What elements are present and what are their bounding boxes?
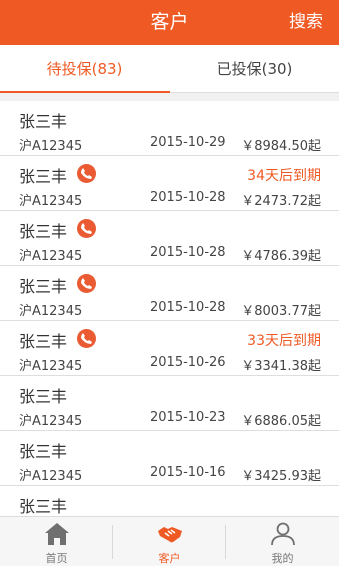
- nav-customers[interactable]: 客户: [113, 517, 226, 566]
- customer-name: 张三丰: [19, 112, 68, 131]
- search-button[interactable]: 搜索: [289, 0, 323, 45]
- tab-insured[interactable]: 已投保(30): [170, 45, 339, 93]
- bottom-navigation: 首页 客户 我的: [0, 516, 339, 566]
- person-icon: [271, 522, 295, 546]
- customer-row[interactable]: 张三丰沪A12345 2015-10-28 ￥8003.77起: [0, 266, 339, 321]
- tab-bar: 待投保(83) 已投保(30): [0, 45, 339, 93]
- policy-date: 2015-10-28: [150, 300, 226, 315]
- quote-price: ￥4786.39起: [241, 249, 321, 264]
- phone-icon[interactable]: [77, 274, 96, 293]
- plate-number: 沪A12345: [19, 469, 83, 484]
- customer-row[interactable]: 张三丰沪A12345 2015-10-28 ￥4786.39起: [0, 211, 339, 266]
- nav-mine-label: 我的: [271, 552, 294, 565]
- customer-name: 张三丰: [19, 387, 68, 406]
- home-icon: [45, 523, 69, 545]
- handshake-icon: [158, 527, 182, 543]
- expiry-notice: 34天后到期: [247, 168, 321, 184]
- quote-price: ￥8984.50起: [241, 139, 321, 154]
- nav-home[interactable]: 首页: [0, 517, 113, 566]
- expiry-notice: 33天后到期: [247, 333, 321, 349]
- quote-price: ￥6886.05起: [241, 414, 321, 429]
- phone-icon[interactable]: [77, 164, 96, 183]
- plate-number: 沪A12345: [19, 139, 83, 154]
- customer-name: 张三丰: [19, 222, 68, 241]
- plate-number: 沪A12345: [19, 194, 83, 209]
- quote-price: ￥8003.77起: [241, 304, 321, 319]
- customer-row[interactable]: 张三丰沪A12345 2015-10-23 ￥6886.05起: [0, 376, 339, 431]
- plate-number: 沪A12345: [19, 249, 83, 264]
- policy-date: 2015-10-28: [150, 190, 226, 205]
- customer-name: 张三丰: [19, 332, 68, 351]
- customer-row[interactable]: 张三丰沪A12345 2015-10-16 ￥3425.93起: [0, 431, 339, 486]
- policy-date: 2015-10-28: [150, 245, 226, 260]
- nav-customers-label: 客户: [158, 552, 181, 565]
- phone-icon[interactable]: [77, 329, 96, 348]
- customer-row[interactable]: 张三丰 33天后到期沪A12345 2015-10-26 ￥3341.38起: [0, 321, 339, 376]
- plate-number: 沪A12345: [19, 359, 83, 374]
- customer-row[interactable]: 张三丰沪A12345 2015-10-29 ￥8984.50起: [0, 101, 339, 156]
- app-header: 客户 搜索: [0, 0, 339, 45]
- policy-date: 2015-10-29: [150, 135, 226, 150]
- policy-date: 2015-10-16: [150, 465, 226, 480]
- customer-row[interactable]: 张三丰: [0, 486, 339, 516]
- nav-mine[interactable]: 我的: [226, 517, 339, 566]
- phone-icon[interactable]: [77, 219, 96, 238]
- plate-number: 沪A12345: [19, 304, 83, 319]
- customer-name: 张三丰: [19, 497, 68, 516]
- plate-number: 沪A12345: [19, 414, 83, 429]
- customer-list[interactable]: 张三丰 沪A12345 2015-10-29 ￥8984.50起 张三丰 34天后到期 沪A…: [0, 101, 339, 516]
- section-divider: [0, 93, 339, 101]
- customer-name: 张三丰: [19, 442, 68, 461]
- quote-price: ￥3425.93起: [241, 469, 321, 484]
- quote-price: ￥3341.38起: [241, 359, 321, 374]
- policy-date: 2015-10-23: [150, 410, 226, 425]
- policy-date: 2015-10-26: [150, 355, 226, 370]
- quote-price: ￥2473.72起: [241, 194, 321, 209]
- customer-name: 张三丰: [19, 277, 68, 296]
- customer-name: 张三丰: [19, 167, 68, 186]
- tab-pending[interactable]: 待投保(83): [0, 45, 169, 93]
- nav-home-label: 首页: [45, 552, 68, 565]
- customer-row[interactable]: 张三丰 34天后到期沪A12345 2015-10-28 ￥2473.72起: [0, 156, 339, 211]
